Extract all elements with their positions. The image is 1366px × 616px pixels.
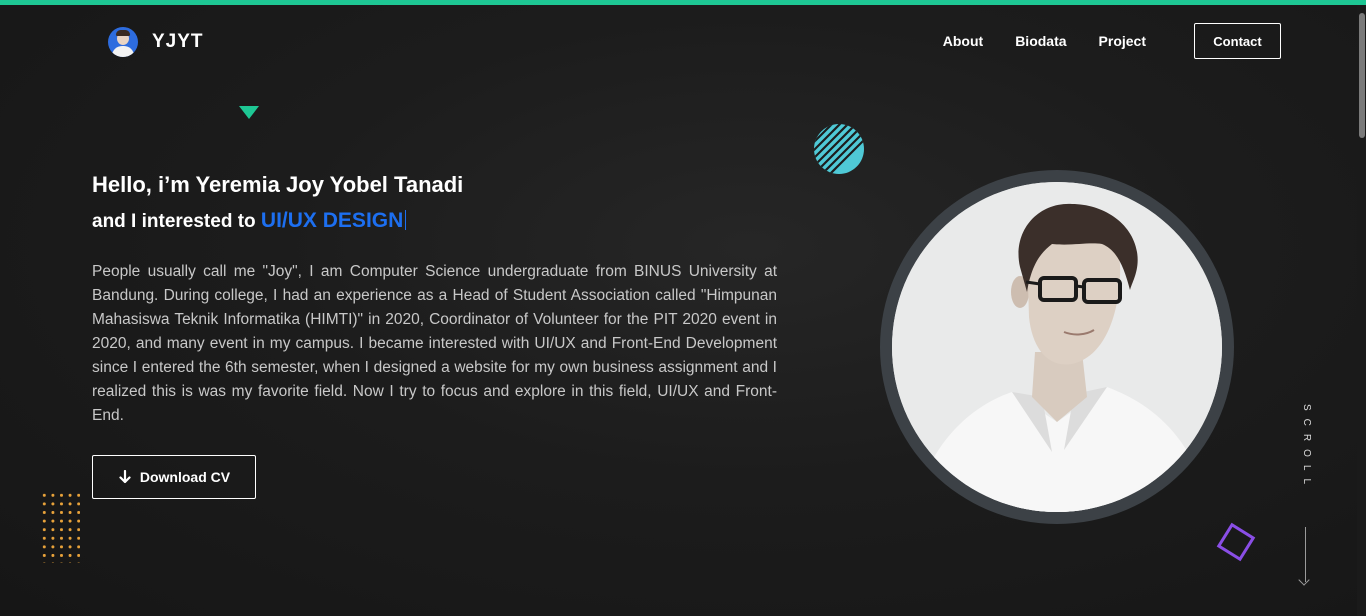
brand-logo[interactable]: YJYT xyxy=(108,27,204,57)
interest-highlight: UI/UX DESIGN xyxy=(260,209,404,232)
decorative-triangle xyxy=(239,106,259,119)
scrollbar-thumb[interactable] xyxy=(1359,13,1365,138)
nav-link-project[interactable]: Project xyxy=(1099,33,1146,49)
download-cv-button[interactable]: Download CV xyxy=(92,455,256,499)
page-scrollbar[interactable] xyxy=(1357,5,1366,616)
brand-name: YJYT xyxy=(152,31,204,52)
hero-greeting: Hello, i’m Yeremia Joy Yobel Tanadi xyxy=(92,172,464,197)
scroll-indicator-line xyxy=(1305,527,1306,582)
hero-section: Hello, i’m Yeremia Joy Yobel Tanadi and … xyxy=(92,170,777,444)
top-accent-bar xyxy=(0,0,1366,5)
decorative-diamond xyxy=(1216,522,1256,562)
decorative-dot-grid xyxy=(40,491,80,563)
nav-link-about[interactable]: About xyxy=(943,33,983,49)
arrow-down-icon xyxy=(119,470,131,484)
hero-interest: and I interested to UI/UX DESIGN xyxy=(92,208,777,235)
interest-prefix: and I interested to xyxy=(92,211,261,232)
nav-link-biodata[interactable]: Biodata xyxy=(1015,33,1066,49)
contact-button[interactable]: Contact xyxy=(1194,23,1281,59)
portrait-illustration xyxy=(892,182,1222,512)
scroll-indicator-label[interactable]: SCROLL xyxy=(1296,404,1312,492)
decorative-striped-circle xyxy=(814,124,864,174)
main-nav: About Biodata Project Contact xyxy=(943,23,1281,59)
hero-bio: People usually call me "Joy", I am Compu… xyxy=(92,263,777,424)
typing-caret xyxy=(405,210,407,230)
profile-portrait xyxy=(892,182,1222,512)
brand-avatar xyxy=(108,27,138,57)
scroll-arrow-icon xyxy=(1298,574,1310,586)
download-cv-label: Download CV xyxy=(139,469,231,485)
